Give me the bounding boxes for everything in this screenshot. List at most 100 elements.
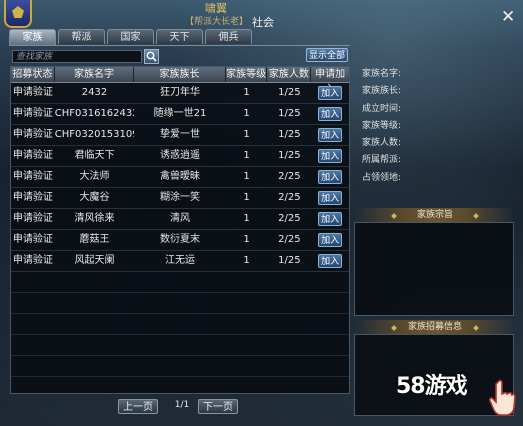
cell-family-leader: 江无运: [164, 255, 195, 266]
col-family-leader[interactable]: 家族族长: [134, 67, 226, 82]
cell-family-members: 2/25: [278, 234, 301, 245]
cell-family-name: CHF0316162432: [54, 108, 135, 119]
cell-family-name: 2432: [81, 87, 108, 98]
cell-recruit-status: 申请验证: [12, 192, 53, 203]
page-indicator: 1/1: [174, 400, 190, 410]
join-button[interactable]: 加入: [318, 86, 343, 100]
join-button[interactable]: 加入: [318, 128, 343, 142]
table-row[interactable]: 申请验证 CHF0316162432 随缘一世21 1 1/25 加入: [11, 104, 349, 125]
cell-apply-join: 加入: [311, 209, 349, 229]
table-body: 申请验证 2432 狂刀年华 1 1/25 加入 申请验证 CHF0316162432 随缘一世…: [11, 83, 349, 393]
cell-family-name: 风起天阑: [74, 255, 115, 266]
search-button[interactable]: [144, 49, 159, 64]
cell-recruit-status: 申请验证: [12, 87, 53, 98]
cell-family-leader: 禽兽暧昧: [159, 171, 200, 182]
tab-world[interactable]: 天下: [156, 29, 203, 44]
cell-recruit-status: 申请验证: [12, 234, 53, 245]
family-search-input[interactable]: [12, 50, 142, 63]
cell-family-level: 1: [243, 129, 250, 140]
cell-family-leader: 清风: [169, 213, 190, 224]
table-row[interactable]: 申请验证 大魔谷 糊涂一笑 1 2/25 加入: [11, 188, 349, 209]
prev-page-button[interactable]: 上一页: [118, 399, 158, 414]
tab-family[interactable]: 家族: [9, 29, 56, 45]
col-apply-join: 申请加入: [315, 69, 346, 95]
col-family-level[interactable]: 家族等级: [226, 67, 268, 82]
cell-family-level: 1: [243, 150, 250, 161]
info-parent-gang: 所属帮派:: [362, 155, 402, 166]
table-row[interactable]: 申请验证 大法师 禽兽暧昧 1 2/25 加入: [11, 167, 349, 188]
cell-family-members: 1/25: [278, 87, 301, 98]
cell-family-name: 蘑菇王: [79, 234, 110, 245]
join-button[interactable]: 加入: [318, 254, 343, 268]
search-icon: [146, 51, 157, 62]
join-button[interactable]: 加入: [318, 170, 343, 184]
empty-table-row: [11, 377, 349, 393]
cell-apply-join: 加入: [311, 167, 349, 187]
cell-apply-join: 加入: [311, 104, 349, 124]
tab-bar: 家族 帮派 国家 天下 佣兵: [9, 29, 252, 45]
join-button[interactable]: 加入: [318, 212, 343, 226]
join-button[interactable]: 加入: [318, 149, 343, 163]
empty-table-row: [11, 272, 349, 293]
table-row[interactable]: 申请验证 2432 狂刀年华 1 1/25 加入: [11, 83, 349, 104]
tab-nation[interactable]: 国家: [107, 29, 154, 44]
cell-family-level: 1: [243, 213, 250, 224]
join-button[interactable]: 加入: [318, 107, 343, 121]
cell-family-name: 清风徐来: [74, 213, 115, 224]
tab-gang[interactable]: 帮派: [58, 29, 105, 44]
cell-family-leader: 糊涂一笑: [159, 192, 200, 203]
family-recruit-title: 家族招募信息: [356, 320, 514, 334]
info-territory: 占领领地:: [362, 172, 402, 183]
table-row[interactable]: 申请验证 蘑菇王 数衍夏末 1 2/25 加入: [11, 230, 349, 251]
cell-family-members: 2/25: [278, 213, 301, 224]
close-icon[interactable]: ✕: [501, 9, 515, 26]
cell-family-members: 1/25: [278, 255, 301, 266]
cell-family-leader: 狂刀年华: [159, 87, 200, 98]
next-page-button[interactable]: 下一页: [198, 399, 238, 414]
cell-family-name: 君临天下: [74, 150, 115, 161]
cell-family-name: 大法师: [79, 171, 110, 182]
table-row[interactable]: 申请验证 君临天下 诱惑逍遥 1 1/25 加入: [11, 146, 349, 167]
hand-cursor-icon: [488, 379, 516, 416]
watermark-logo: 58游戏: [396, 374, 468, 399]
cell-family-level: 1: [243, 234, 250, 245]
show-all-button[interactable]: 显示全部: [306, 48, 348, 62]
info-family-members: 家族人数:: [362, 138, 402, 149]
info-family-leader: 家族族长:: [362, 86, 402, 97]
empty-table-row: [11, 293, 349, 314]
col-family-members[interactable]: 家族人数: [267, 67, 312, 82]
cell-family-members: 1/25: [278, 129, 301, 140]
empty-table-row: [11, 356, 349, 377]
cell-apply-join: 加入: [311, 146, 349, 166]
guild-emblem-icon: [4, 0, 32, 28]
col-family-name[interactable]: 家族名字: [55, 67, 135, 82]
cell-family-leader: 挚爱一世: [159, 129, 200, 140]
cell-apply-join: 加入: [311, 188, 349, 208]
cell-recruit-status: 申请验证: [12, 213, 53, 224]
table-row[interactable]: 申请验证 CHF0320153109 挚爱一世 1 1/25 加入: [11, 125, 349, 146]
family-table: 招募状态 家族名字 家族族长 家族等级 家族人数 申请加入 申请验证 2432 狂刀…: [10, 66, 350, 394]
cell-family-leader: 诱惑逍遥: [159, 150, 200, 161]
cell-family-level: 1: [243, 87, 250, 98]
col-recruit-status[interactable]: 招募状态: [11, 67, 55, 82]
cell-family-leader: 随缘一世21: [153, 108, 207, 119]
cell-family-level: 1: [243, 255, 250, 266]
tab-mercenary[interactable]: 佣兵: [205, 29, 252, 44]
cell-recruit-status: 申请验证: [12, 171, 53, 182]
cell-family-members: 2/25: [278, 192, 301, 203]
family-purpose-box: [354, 222, 514, 316]
info-family-level: 家族等级:: [362, 120, 402, 131]
join-button[interactable]: 加入: [318, 191, 343, 205]
cell-family-members: 1/25: [278, 108, 301, 119]
cell-family-name: CHF0320153109: [54, 129, 135, 140]
family-purpose-title: 家族宗旨: [356, 208, 514, 222]
table-row[interactable]: 申请验证 风起天阑 江无运 1 1/25 加入: [11, 251, 349, 272]
tab-divider: [9, 45, 350, 46]
empty-table-row: [11, 335, 349, 356]
join-button[interactable]: 加入: [318, 233, 343, 247]
table-header: 招募状态 家族名字 家族族长 家族等级 家族人数 申请加入: [11, 67, 349, 95]
cell-recruit-status: 申请验证: [12, 108, 53, 119]
cell-recruit-status: 申请验证: [12, 255, 53, 266]
table-row[interactable]: 申请验证 清风徐来 清风 1 2/25 加入: [11, 209, 349, 230]
family-info-panel: 家族名字: 家族族长: 成立时间: 家族等级: 家族人数: 所属帮派: 占领领地…: [362, 66, 512, 187]
